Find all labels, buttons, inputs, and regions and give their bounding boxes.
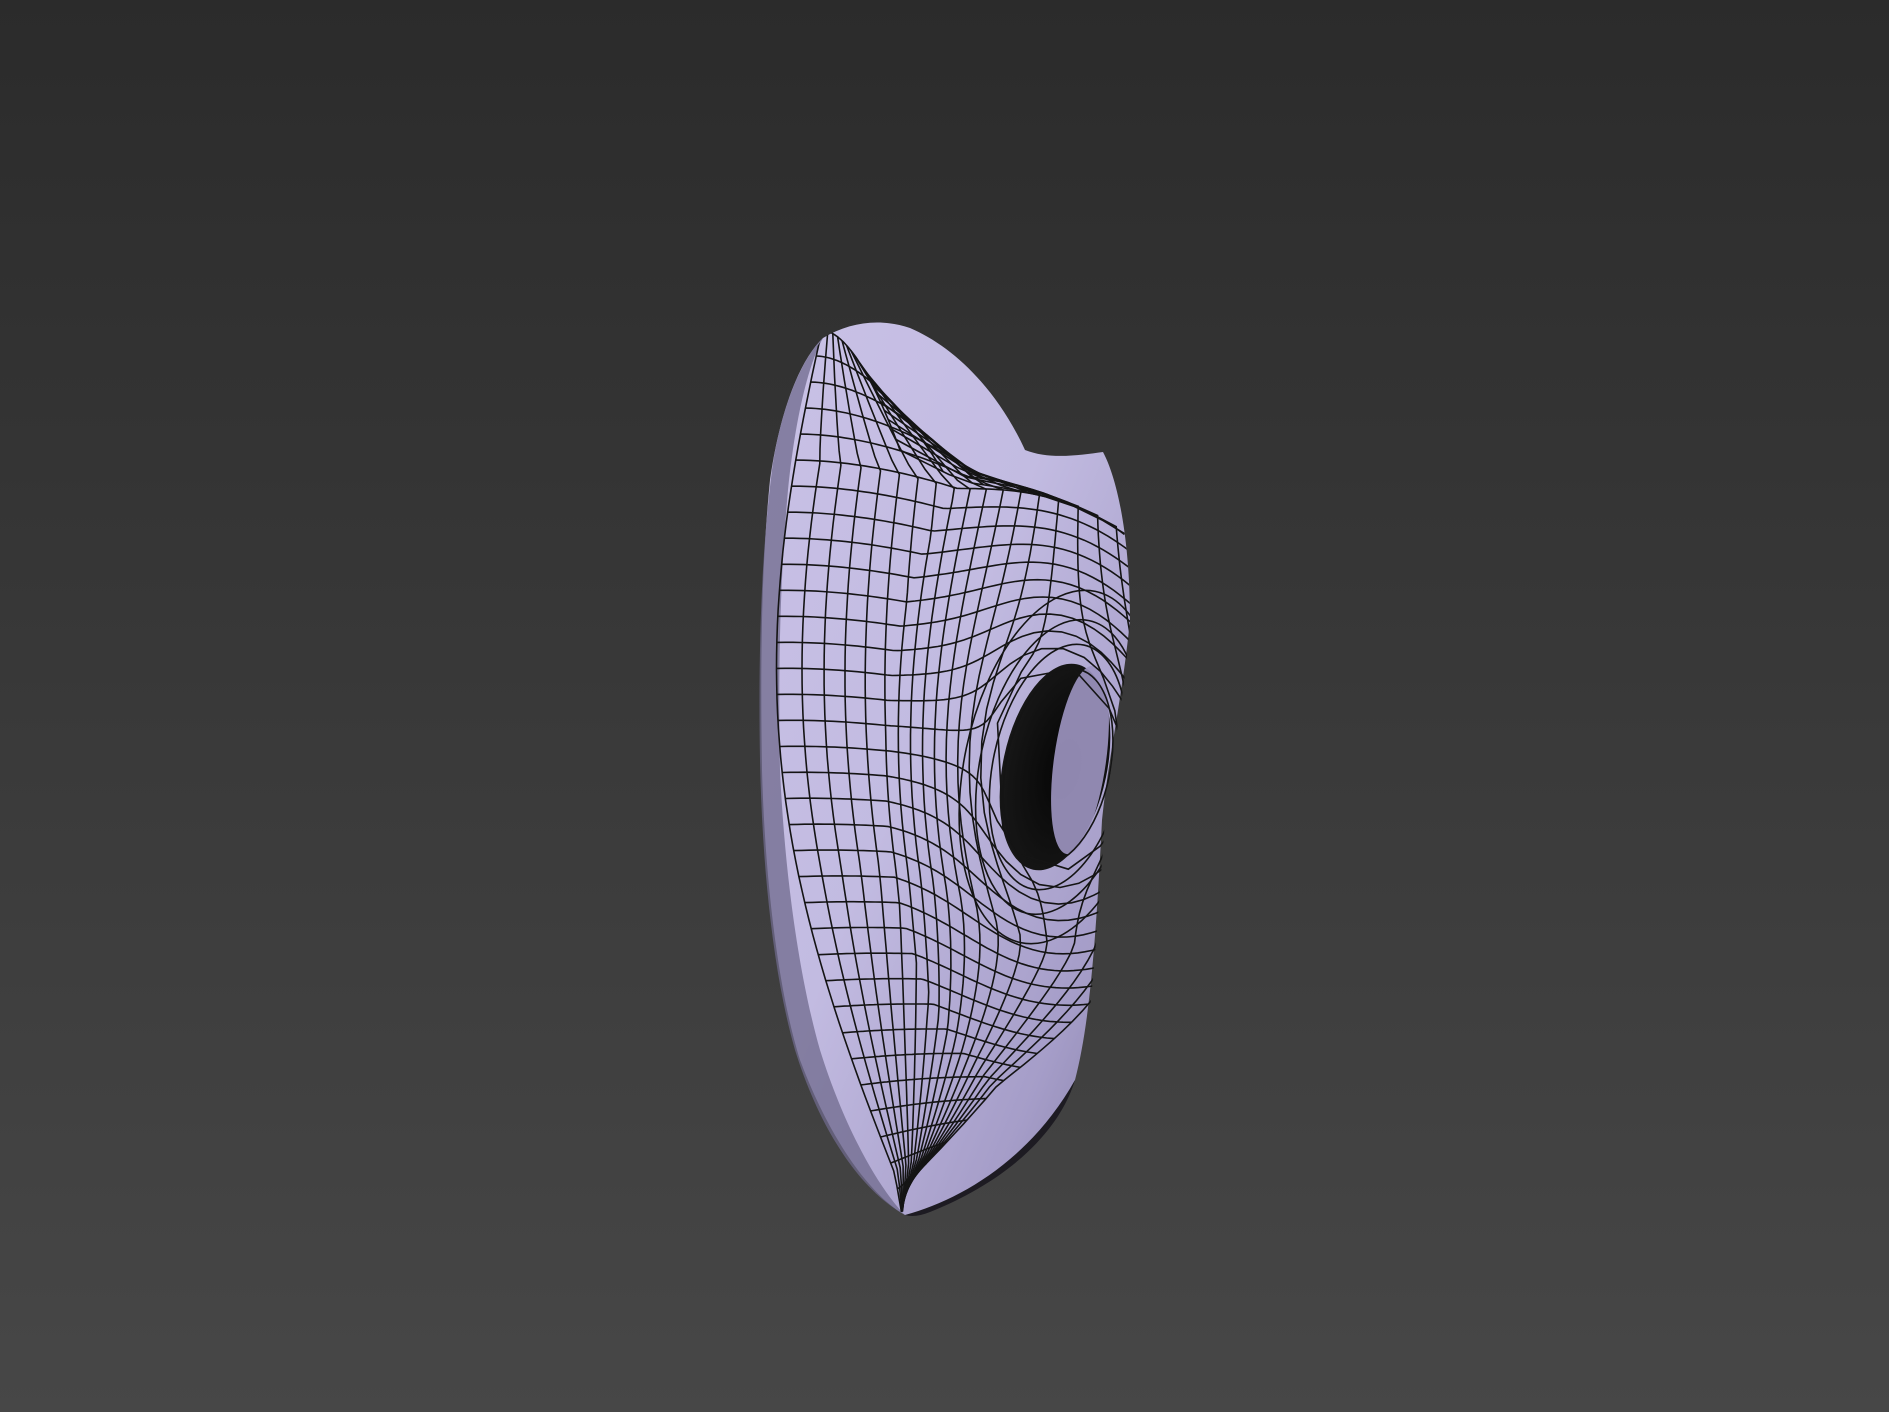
viewport-canvas[interactable]: [0, 0, 1889, 1412]
viewport-3d[interactable]: [0, 0, 1889, 1412]
